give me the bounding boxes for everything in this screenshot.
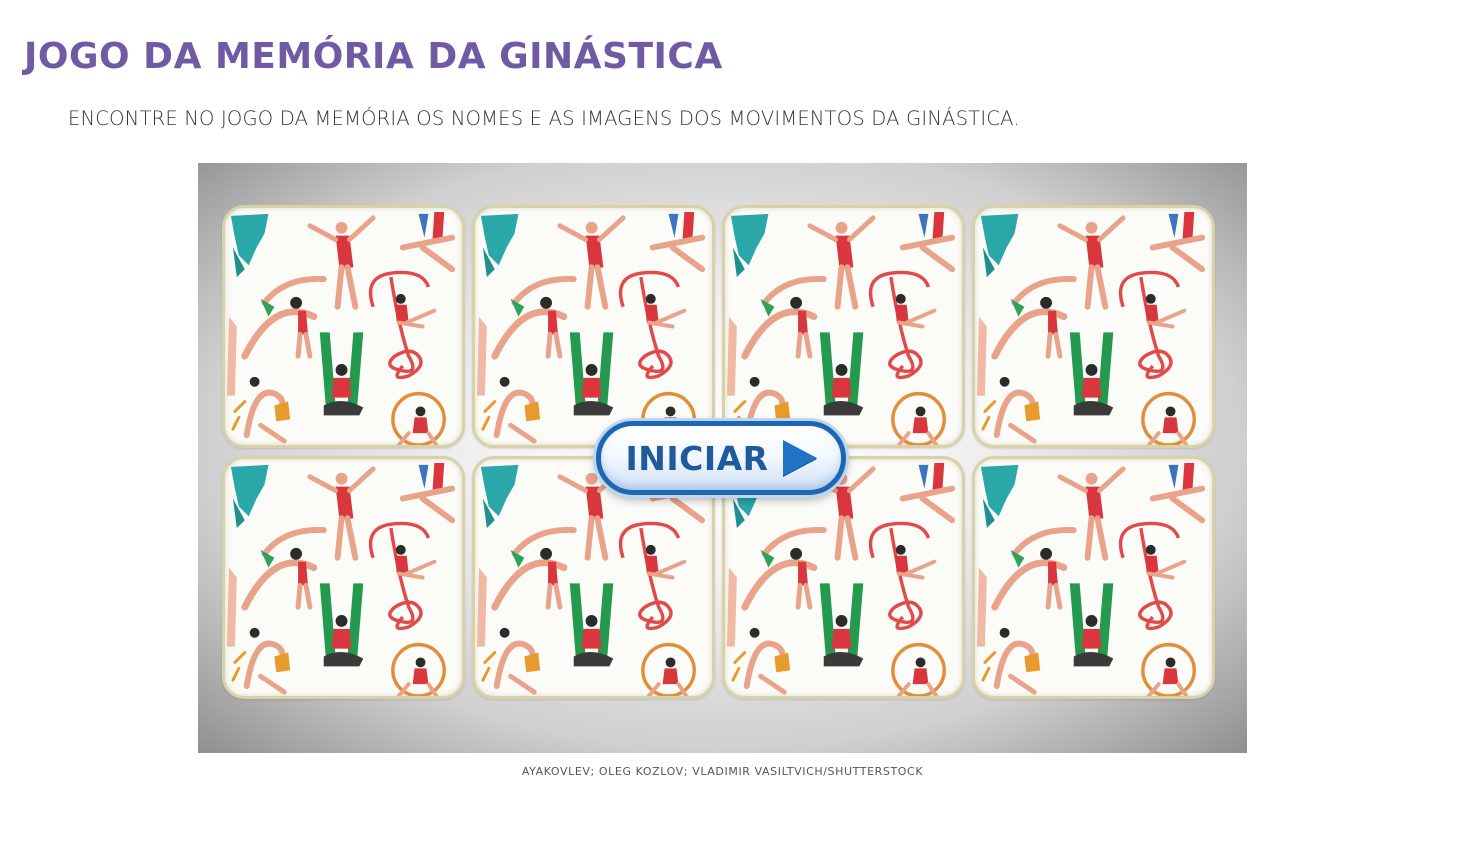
start-button-label: INICIAR: [625, 438, 769, 478]
memory-card[interactable]: [472, 205, 715, 448]
memory-game-canvas[interactable]: INICIAR: [198, 163, 1247, 753]
memory-card[interactable]: [222, 456, 465, 699]
memory-card[interactable]: [972, 205, 1215, 448]
page-title: JOGO DA MEMÓRIA DA GINÁSTICA: [24, 36, 723, 77]
page-instructions: ENCONTRE NO JOGO DA MEMÓRIA OS NOMES E A…: [68, 107, 1020, 130]
start-button[interactable]: INICIAR: [596, 421, 846, 495]
memory-card[interactable]: [972, 456, 1215, 699]
image-credit: AYAKOVLEV; OLEG KOZLOV; VLADIMIR VASILTV…: [521, 765, 924, 778]
memory-card[interactable]: [222, 205, 465, 448]
play-icon: [782, 440, 817, 476]
memory-card[interactable]: [722, 205, 965, 448]
